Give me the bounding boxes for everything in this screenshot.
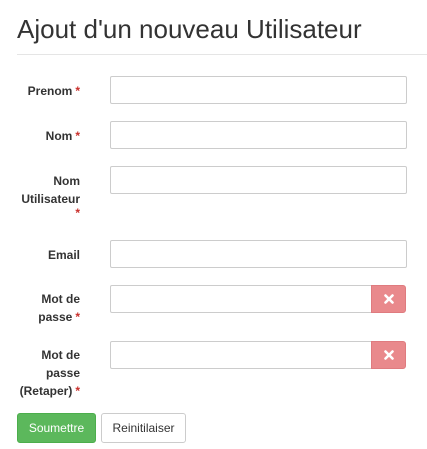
email-label-text: Email [47, 248, 80, 262]
page-title: Ajout d'un nouveau Utilisateur [17, 14, 362, 44]
label-line: (Retaper) [19, 384, 73, 398]
nom-label: Nom * [17, 127, 80, 145]
required-marker: * [75, 206, 80, 220]
label-line: passe [45, 366, 80, 380]
clear-mot-de-passe-button[interactable] [371, 285, 406, 313]
mot-de-passe-label: Mot de passe * [17, 290, 80, 326]
submit-button[interactable]: Soumettre [17, 413, 96, 443]
prenom-input[interactable] [110, 76, 407, 104]
required-marker: * [75, 129, 80, 143]
label-line: Mot de [41, 348, 80, 362]
label-line: Utilisateur [21, 192, 80, 206]
nom-utilisateur-label: Nom Utilisateur * [17, 172, 80, 220]
email-input[interactable] [110, 240, 407, 268]
prenom-label-text: Prenom [27, 84, 73, 98]
label-line: passe [38, 310, 73, 324]
clear-mot-de-passe-retaper-button[interactable] [371, 341, 406, 369]
required-marker: * [75, 84, 80, 98]
label-line: Nom [53, 174, 80, 188]
nom-utilisateur-input[interactable] [110, 166, 407, 194]
mot-de-passe-retaper-input[interactable] [110, 341, 372, 369]
prenom-label: Prenom * [17, 82, 80, 100]
required-marker: * [75, 310, 80, 324]
times-icon [383, 294, 394, 304]
mot-de-passe-retaper-label: Mot de passe (Retaper) * [17, 346, 80, 400]
label-line: Mot de [41, 292, 80, 306]
nom-input[interactable] [110, 121, 407, 149]
reset-button[interactable]: Reinitilaiser [101, 413, 186, 443]
email-label: Email [17, 246, 80, 264]
nom-label-text: Nom [45, 129, 73, 143]
mot-de-passe-input[interactable] [110, 285, 372, 313]
times-icon [383, 350, 394, 360]
title-divider [17, 54, 427, 55]
required-marker: * [75, 384, 80, 398]
